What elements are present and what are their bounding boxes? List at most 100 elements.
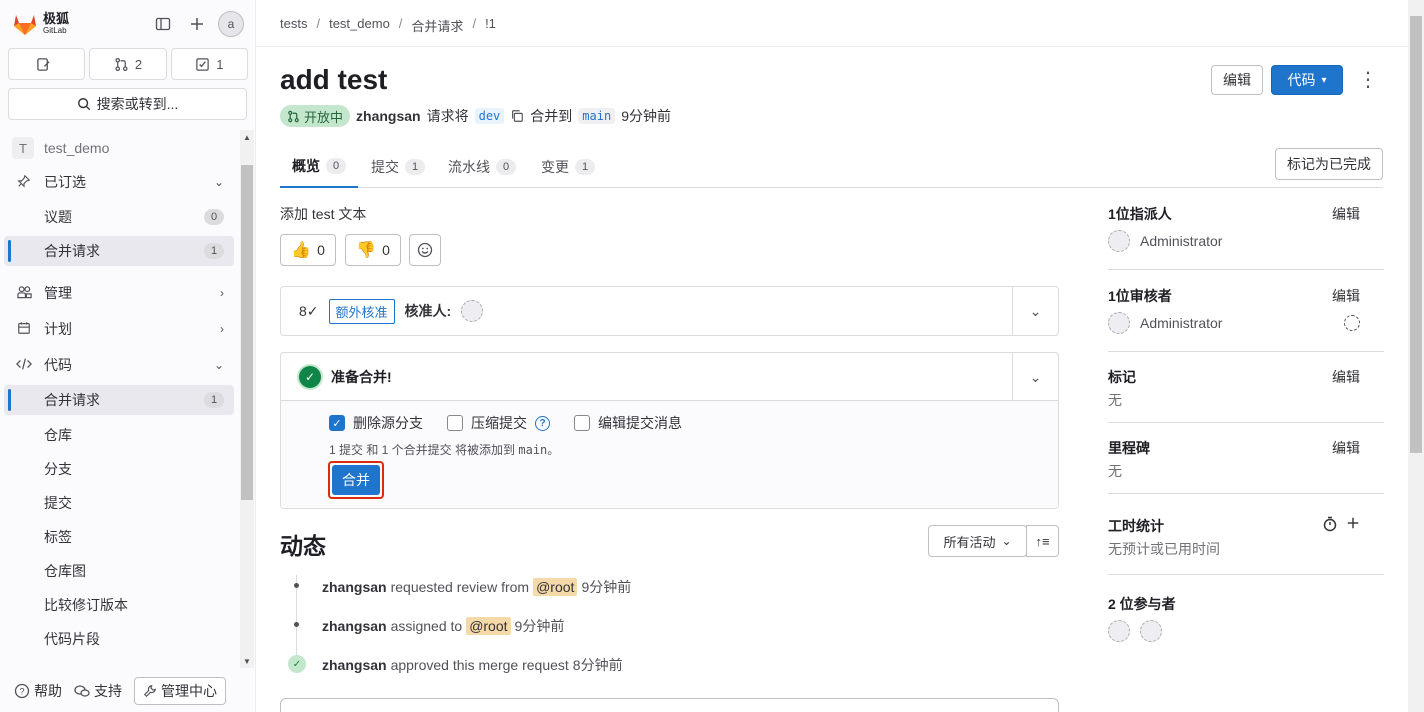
sidebar-item-label: 代码片段 [44,631,100,647]
add-reaction-button[interactable] [409,234,441,266]
merge-requests-counter-button[interactable]: 2 [89,48,167,80]
code-button-label: 代码 [1287,72,1316,88]
thumbs-up-count: 0 [317,242,325,258]
thumbs-down-button[interactable]: 👎 0 [345,234,401,266]
edit-commit-message-checkbox[interactable] [574,415,590,431]
target-branch[interactable]: main [578,108,616,124]
sidebar-item-manage[interactable]: 管理 › [4,278,234,308]
squash-commits-checkbox[interactable] [447,415,463,431]
edit-reviewers-button[interactable]: 编辑 [1332,286,1360,306]
copy-icon[interactable] [510,109,524,123]
more-actions-icon[interactable]: ⋮ [1358,66,1378,94]
sidebar-item-label: 标签 [44,529,72,545]
left-sidebar: 极狐 GitLab a 2 1 搜索或转到... T test_demo 已订选… [0,0,256,712]
search-label: 搜索或转到... [96,96,179,112]
stopwatch-icon[interactable] [1322,516,1338,535]
source-branch[interactable]: dev [474,108,505,124]
participant-avatar[interactable] [1108,620,1130,642]
search-button[interactable]: 搜索或转到... [8,88,247,120]
activity-user[interactable]: zhangsan [322,579,387,595]
delete-source-branch-label[interactable]: 删除源分支 [353,413,423,433]
activity-item: zhangsan assigned to @root 9分钟前 [322,616,564,636]
chevron-down-icon: ⌄ [1001,534,1012,548]
participants-title: 2 位参与者 [1108,596,1176,612]
participant-avatar[interactable] [1140,620,1162,642]
sidebar-item-compare[interactable]: 比较修订版本 [4,590,234,620]
sidebar-item-plan[interactable]: 计划 › [4,314,234,344]
edit-labels-button[interactable]: 编辑 [1332,367,1360,387]
scroll-down-arrow-icon[interactable]: ▼ [240,654,254,668]
todos-counter-button[interactable]: 1 [170,48,248,80]
page-title: add test [280,64,388,95]
tab-changes[interactable]: 变更 1 [529,146,607,188]
merge-button[interactable]: 合并 [332,465,380,495]
assignees-section: 1位指派人 编辑 Administrator [1108,204,1384,264]
sidebar-divider [1108,493,1384,494]
edit-button[interactable]: 编辑 [1211,65,1263,95]
sidebar-item-label: 提交 [44,495,72,511]
expand-approvals-button[interactable]: ⌄ [1012,287,1058,335]
reviewers-section: 1位审核者 编辑 Administrator [1108,286,1384,346]
breadcrumb-item[interactable]: tests [280,16,307,35]
breadcrumb-item[interactable]: !1 [485,16,496,35]
sidebar-item-branches[interactable]: 分支 [4,454,234,484]
sidebar-item-merge-requests[interactable]: 合并请求 1 [4,385,234,415]
user-avatar[interactable]: a [218,11,244,37]
sidebar-item-tags[interactable]: 标签 [4,522,234,552]
activity-user[interactable]: zhangsan [322,618,387,634]
sidebar-project-link[interactable]: T test_demo [4,133,234,163]
author-link[interactable]: zhangsan [356,108,421,124]
code-dropdown-button[interactable]: 代码 ▾ [1271,65,1343,95]
edit-commit-message-label[interactable]: 编辑提交消息 [598,413,682,433]
sidebar-item-snippets[interactable]: 代码片段 [4,624,234,654]
sidebar-item-code[interactable]: 代码 ⌄ [4,350,234,380]
gitlab-logo-icon[interactable] [12,12,38,36]
toggle-sidebar-icon[interactable] [152,13,174,35]
issues-counter-button[interactable] [8,48,86,80]
pin-icon [14,174,34,191]
delete-source-branch-checkbox[interactable]: ✓ [329,415,345,431]
sort-direction-button[interactable]: ↑≡ [1026,525,1059,557]
sidebar-item-graph[interactable]: 仓库图 [4,556,234,586]
question-icon[interactable]: ? [535,415,550,431]
add-time-plus-icon[interactable] [1346,516,1360,533]
expand-merge-widget-button[interactable]: ⌄ [1012,353,1058,401]
breadcrumb-item[interactable]: test_demo [329,16,390,35]
activity-filter-dropdown[interactable]: 所有活动 ⌄ [928,525,1027,557]
thumbs-up-button[interactable]: 👍 0 [280,234,336,266]
sidebar-item-pinned[interactable]: 已订选 ⌄ [4,167,234,197]
sidebar-item-commits[interactable]: 提交 [4,488,234,518]
comment-input[interactable] [280,698,1059,712]
activity-mention[interactable]: @root [533,578,578,596]
sidebar-item-pinned-merge-requests[interactable]: 合并请求 1 [4,236,234,266]
activity-mention[interactable]: @root [466,617,511,635]
admin-area-button[interactable]: 管理中心 [134,677,226,705]
tab-commits[interactable]: 提交 1 [359,146,437,188]
help-button[interactable]: ? 帮助 [14,681,62,701]
support-button[interactable]: 支持 [74,681,122,701]
approver-avatar[interactable] [461,300,484,322]
sidebar-item-label: 议题 [44,209,72,225]
milestone-title: 里程碑 [1108,440,1150,456]
assignee[interactable]: Administrator [1108,230,1222,252]
scroll-up-arrow-icon[interactable]: ▲ [240,130,254,144]
sidebar-item-label: 计划 [44,321,72,337]
activity-text: assigned to [390,618,463,634]
sidebar-item-issues[interactable]: 议题 0 [4,202,234,232]
edit-assignees-button[interactable]: 编辑 [1332,204,1360,224]
review-pending-icon [1344,315,1360,331]
page-scrollbar-thumb[interactable] [1410,16,1422,453]
tab-overview[interactable]: 概览 0 [280,146,358,188]
smiley-icon [417,242,433,258]
breadcrumb-item[interactable]: 合并请求 [411,16,463,35]
mark-as-done-button[interactable]: 标记为已完成 [1275,148,1383,180]
squash-commits-label[interactable]: 压缩提交 [471,413,527,433]
edit-milestone-button[interactable]: 编辑 [1332,438,1360,458]
sidebar-scrollbar-thumb[interactable] [241,165,253,500]
reviewer[interactable]: Administrator [1108,312,1222,334]
sidebar-item-repository[interactable]: 仓库 [4,420,234,450]
status-badge: 开放中 [280,105,351,127]
activity-user[interactable]: zhangsan [322,657,387,673]
new-item-plus-icon[interactable] [186,13,208,35]
tab-pipelines[interactable]: 流水线 0 [436,146,528,188]
